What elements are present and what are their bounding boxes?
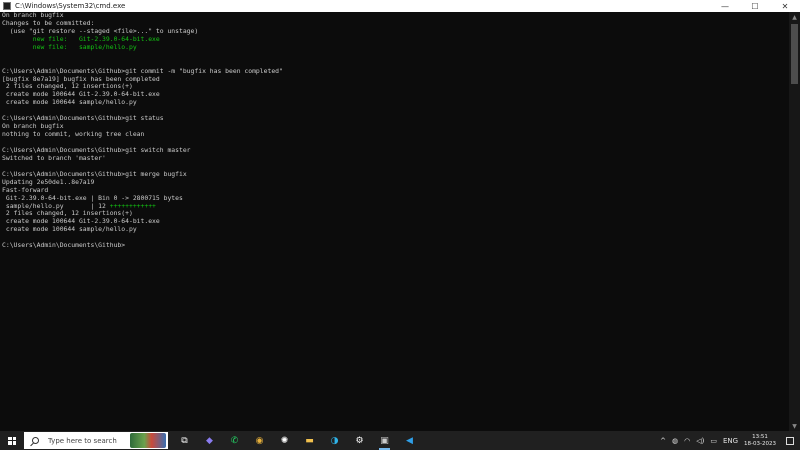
terminal-text: create mode 100644 sample/hello.py xyxy=(2,225,137,234)
terminal-text: create mode 100644 Git-2.39.0-64-bit.exe xyxy=(2,90,160,99)
show-hidden-icons-icon[interactable]: ^ xyxy=(660,437,666,445)
terminal-text: C:\Users\Admin\Documents\Github>git swit… xyxy=(2,145,191,154)
chatgpt-icon[interactable]: ✺ xyxy=(272,431,297,450)
windows-logo-icon xyxy=(8,436,16,445)
terminal-text: Git-2.39.0-64-bit.exe | Bin 0 -> 2800715… xyxy=(2,193,183,202)
terminal-text: create mode 100644 Git-2.39.0-64-bit.exe xyxy=(2,217,160,226)
search-icon xyxy=(32,437,39,444)
terminal-line: new file: sample/hello.py xyxy=(2,42,789,52)
network-icon[interactable]: ◍ xyxy=(672,437,678,445)
vscode-icon[interactable]: ◀ xyxy=(397,431,422,450)
edge-icon[interactable]: ◑ xyxy=(322,431,347,450)
terminal-line: C:\Users\Admin\Documents\Github> xyxy=(2,241,789,250)
window-title: C:\Windows\System32\cmd.exe xyxy=(15,2,126,10)
scroll-down-arrow-icon[interactable]: ▼ xyxy=(789,421,800,431)
terminal-text: On branch bugfix xyxy=(2,122,64,131)
terminal-line: create mode 100644 sample/hello.py xyxy=(2,225,789,234)
task-view-icon[interactable]: ⧉ xyxy=(172,431,197,450)
clock-time: 13:51 xyxy=(752,433,768,440)
terminal-text: C:\Users\Admin\Documents\Github>git stat… xyxy=(2,114,164,123)
terminal-line: C:\Users\Admin\Documents\Github>git merg… xyxy=(2,169,789,179)
terminal-text: new file: Git-2.39.0-64-bit.exe xyxy=(32,34,160,43)
file-explorer-icon[interactable]: ▬ xyxy=(297,431,322,450)
settings-icon[interactable]: ⚙ xyxy=(347,431,372,450)
terminal-text: Updating 2e50de1..8e7a19 xyxy=(2,177,95,186)
terminal-text: 2 files changed, 12 insertions(+) xyxy=(2,82,133,91)
terminal-line: On branch bugfix xyxy=(2,12,789,20)
title-bar[interactable]: C:\Windows\System32\cmd.exe — ☐ ✕ xyxy=(0,0,800,12)
notification-icon[interactable] xyxy=(786,436,794,445)
minimize-button[interactable]: — xyxy=(710,0,740,12)
scroll-thumb[interactable] xyxy=(791,24,798,84)
search-box[interactable]: Type here to search xyxy=(24,432,168,449)
terminal-text: Fast-forward xyxy=(2,185,49,194)
vertical-scrollbar[interactable]: ▲ ▼ xyxy=(789,12,800,431)
terminal-text: nothing to commit, working tree clean xyxy=(2,130,145,139)
search-highlight-image[interactable] xyxy=(130,433,166,448)
whatsapp-icon[interactable]: ✆ xyxy=(222,431,247,450)
pinned-apps: ⧉ ◆ ✆ ◉ ✺ ▬ ◑ ⚙ ▣ ◀ xyxy=(172,431,422,450)
wifi-icon[interactable]: ◠ xyxy=(684,437,690,445)
battery-icon[interactable]: ▭ xyxy=(710,437,717,445)
terminal-text: On branch bugfix xyxy=(2,12,64,19)
terminal-text: Switched to branch 'master' xyxy=(2,153,106,162)
terminal-text: new file: sample/hello.py xyxy=(32,42,137,51)
terminal-text: C:\Users\Admin\Documents\Github> xyxy=(2,241,126,250)
terminal-text: sample/hello.py | 12 xyxy=(2,201,110,210)
start-button[interactable] xyxy=(0,431,24,450)
terminal-icon[interactable]: ▣ xyxy=(372,431,397,450)
window-controls: — ☐ ✕ xyxy=(710,0,800,12)
search-placeholder: Type here to search xyxy=(48,436,117,445)
terminal-line: Switched to branch 'master' xyxy=(2,153,789,163)
chrome-icon[interactable]: ◉ xyxy=(247,431,272,450)
terminal-line: Updating 2e50de1..8e7a19 xyxy=(2,177,789,187)
terminal-text: Changes to be committed: xyxy=(2,18,95,27)
system-tray: ^ ◍ ◠ ◁) ▭ ENG 13:51 18-03-2023 xyxy=(660,431,800,450)
terminal-text: C:\Users\Admin\Documents\Github>git comm… xyxy=(2,66,283,75)
terminal-text: (use "git restore --staged <file>..." to… xyxy=(2,26,199,35)
terminal-text: create mode 100644 sample/hello.py xyxy=(2,98,137,107)
clock-date: 18-03-2023 xyxy=(744,440,776,447)
terminal-text: [bugfix 8e7a19] bugfix has been complete… xyxy=(2,74,160,83)
close-button[interactable]: ✕ xyxy=(770,0,800,12)
maximize-button[interactable]: ☐ xyxy=(740,0,770,12)
terminal-line: C:\Users\Admin\Documents\Github>git stat… xyxy=(2,114,789,123)
terminal-line: create mode 100644 sample/hello.py xyxy=(2,98,789,107)
taskbar: Type here to search ⧉ ◆ ✆ ◉ ✺ ▬ ◑ ⚙ ▣ ◀ ^ ◍ ◠ ◁) … xyxy=(0,431,800,450)
terminal-line: nothing to commit, working tree clean xyxy=(2,130,789,139)
terminal-output[interactable]: On branch bugfix Changes to be committed:… xyxy=(0,12,789,431)
language-indicator[interactable]: ENG xyxy=(723,437,738,445)
volume-icon[interactable]: ◁) xyxy=(696,437,704,445)
scroll-up-arrow-icon[interactable]: ▲ xyxy=(789,12,800,22)
terminal-text: ++++++++++++ xyxy=(109,201,156,210)
terminal-text: C:\Users\Admin\Documents\Github>git merg… xyxy=(2,169,187,178)
terminal-text: 2 files changed, 12 insertions(+) xyxy=(2,209,133,218)
copilot-icon[interactable]: ◆ xyxy=(197,431,222,450)
cmd-icon xyxy=(3,2,11,10)
terminal-line: C:\Users\Admin\Documents\Github>git swit… xyxy=(2,145,789,155)
clock[interactable]: 13:51 18-03-2023 xyxy=(744,434,776,448)
